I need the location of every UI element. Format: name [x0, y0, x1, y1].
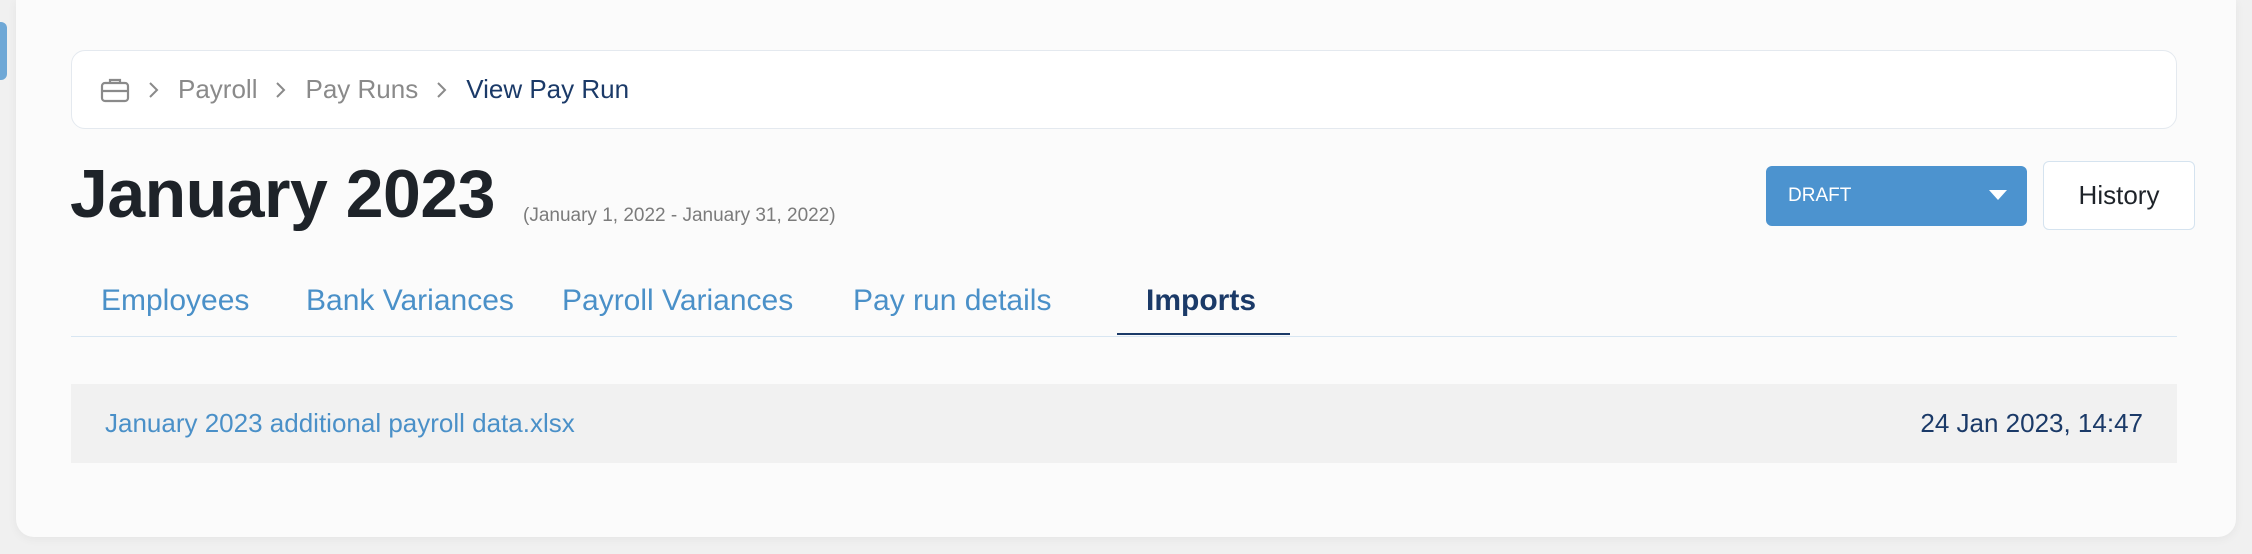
pay-period: (January 1, 2022 - January 31, 2022) — [523, 205, 836, 226]
tab-imports[interactable]: Imports — [1146, 284, 1256, 318]
tab-bar: Employees Bank Variances Payroll Varianc… — [71, 270, 2177, 337]
breadcrumb-payroll[interactable]: Payroll — [178, 74, 257, 105]
tab-bank-variances[interactable]: Bank Variances — [306, 284, 514, 318]
side-drawer-handle[interactable] — [0, 22, 7, 80]
tab-employees[interactable]: Employees — [101, 284, 249, 318]
breadcrumb-view-pay-run: View Pay Run — [466, 74, 630, 104]
chevron-right-icon — [275, 81, 287, 99]
tab-pay-run-details[interactable]: Pay run details — [853, 284, 1051, 318]
import-row: January 2023 additional payroll data.xls… — [71, 384, 2177, 463]
caret-down-icon — [1989, 190, 2007, 200]
status-dropdown[interactable]: DRAFT — [1766, 166, 2027, 226]
tab-payroll-variances[interactable]: Payroll Variances — [562, 284, 793, 318]
chevron-right-icon — [436, 81, 448, 99]
pay-run-card: Payroll Pay Runs View Pay Run January 20… — [16, 0, 2236, 537]
chevron-right-icon — [148, 81, 160, 99]
breadcrumb-pay-runs[interactable]: Pay Runs — [305, 74, 418, 105]
active-tab-indicator — [1117, 333, 1290, 335]
import-timestamp: 24 Jan 2023, 14:47 — [1920, 408, 2143, 438]
status-value: DRAFT — [1788, 185, 1852, 206]
page-title: January 2023 — [70, 156, 495, 232]
breadcrumb: Payroll Pay Runs View Pay Run — [71, 50, 2177, 129]
history-button[interactable]: History — [2043, 161, 2195, 230]
briefcase-icon[interactable] — [100, 77, 130, 103]
import-file-link[interactable]: January 2023 additional payroll data.xls… — [105, 408, 575, 439]
